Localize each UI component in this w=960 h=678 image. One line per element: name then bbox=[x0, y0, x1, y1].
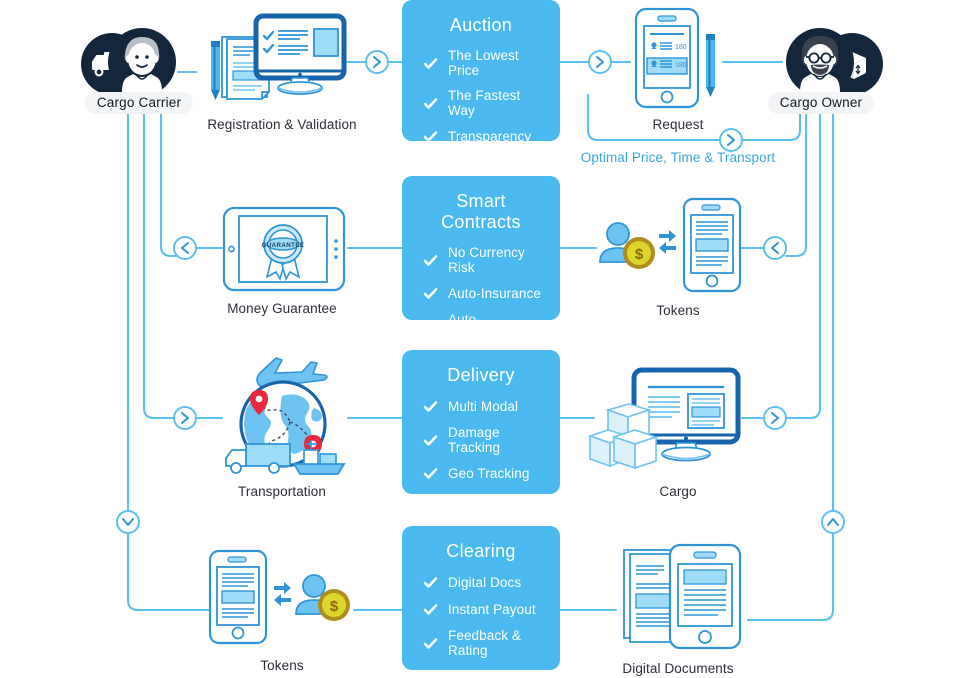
arrow-down-row4-left bbox=[116, 510, 140, 534]
arrow-right-row1-caption bbox=[719, 128, 743, 152]
arrow-left-row2-left bbox=[173, 236, 197, 260]
arrow-right-row1-left bbox=[365, 50, 389, 74]
cargo-owner-figure bbox=[780, 22, 884, 102]
arrow-right-row3-right bbox=[763, 406, 787, 430]
arrow-left-row2-right bbox=[763, 236, 787, 260]
arrow-right-row3-left bbox=[173, 406, 197, 430]
diagram-canvas: Cargo Carrier Cargo Owner Registration &… bbox=[0, 0, 960, 678]
cargo-carrier-figure bbox=[78, 22, 182, 102]
arrow-up-row4-right bbox=[821, 510, 845, 534]
owner-avatar-icon bbox=[800, 36, 840, 92]
cargo-carrier-label: Cargo Carrier bbox=[84, 92, 194, 114]
cargo-owner-label: Cargo Owner bbox=[767, 92, 875, 114]
arrow-right-row1-right bbox=[588, 50, 612, 74]
